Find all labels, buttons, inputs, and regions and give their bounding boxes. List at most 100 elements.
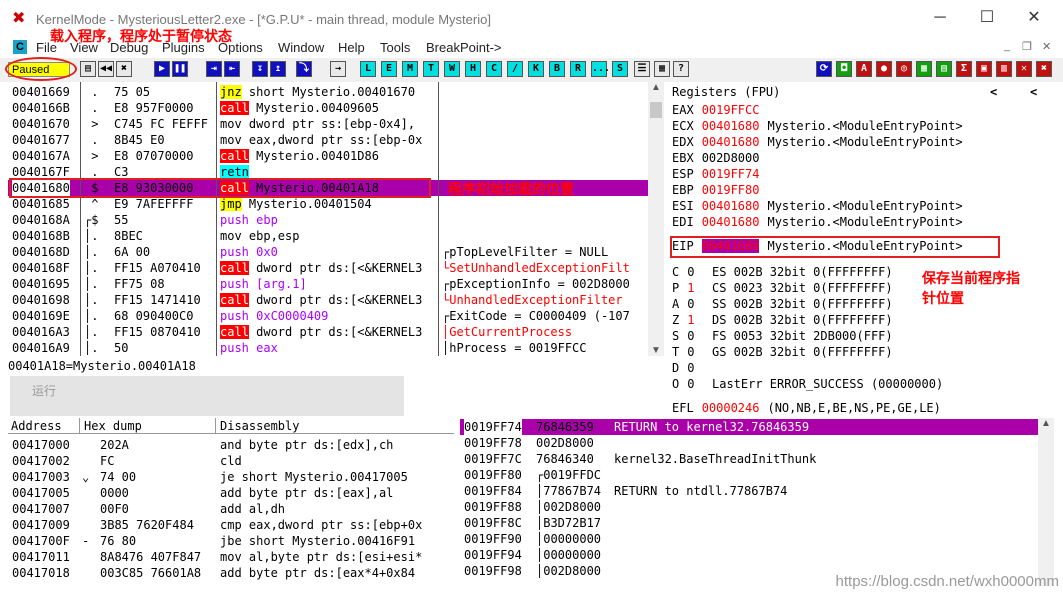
register-value[interactable]: 00000246	[702, 401, 760, 415]
plugin-refresh-icon[interactable]: ⟳	[816, 61, 832, 77]
flag-row[interactable]: Z 1 DS 002B 32bit 0(FFFFFFFF)	[672, 312, 893, 328]
plugin-circle-icon[interactable]: ●	[876, 61, 892, 77]
dump-row[interactable]: 00417018 003C85 76601A8 add byte ptr ds:[…	[8, 565, 454, 581]
plugin-bars-icon[interactable]: ▥	[996, 61, 1012, 77]
window-memory-button[interactable]: M	[402, 61, 418, 77]
open-folder-icon[interactable]: ▤	[80, 61, 96, 77]
flag-value[interactable]: 0	[687, 377, 694, 391]
register-row[interactable]: EDI 00401680 Mysterio.<ModuleEntryPoint>	[672, 214, 963, 230]
register-value[interactable]: 00401680	[702, 215, 760, 229]
plugin-grid-icon[interactable]: ▦	[916, 61, 932, 77]
register-row[interactable]: EAX 0019FFCC	[672, 102, 767, 118]
execute-till-return-button[interactable]: ⤵	[296, 61, 312, 77]
window-handles-button[interactable]: H	[465, 61, 481, 77]
registers-prev-arrow[interactable]: <	[990, 84, 997, 100]
stack-pane[interactable]: 0019FF74 76846359 RETURN to kernel32.76846…	[460, 418, 1038, 586]
register-row[interactable]: EBP 0019FF80	[672, 182, 767, 198]
stack-row[interactable]: 0019FF8C │B3D72B17	[460, 515, 1038, 531]
step-over-button[interactable]: ⇤	[224, 61, 240, 77]
dump-header-disasm[interactable]: Disassembly	[216, 418, 454, 434]
window-breakpoints-button[interactable]: B	[549, 61, 565, 77]
help-button[interactable]: ?	[673, 61, 689, 77]
register-row[interactable]: EDX 00401680 Mysterio.<ModuleEntryPoint>	[672, 134, 963, 150]
flag-row[interactable]: T 0 GS 002B 32bit 0(FFFFFFFF)	[672, 344, 893, 360]
plugin-box-icon[interactable]: ▣	[976, 61, 992, 77]
menu-breakpoint[interactable]: BreakPoint->	[426, 40, 502, 55]
plugin-a-icon[interactable]: A	[856, 61, 872, 77]
menu-tools[interactable]: Tools	[380, 40, 410, 55]
trace-over-button[interactable]: ↥	[270, 61, 286, 77]
plugin-x-icon[interactable]: ✖	[1036, 61, 1052, 77]
plugin-square-icon[interactable]: ◘	[836, 61, 852, 77]
cpu-row[interactable]: 0040168A ┌$ 55 push ebp	[8, 212, 648, 228]
flag-row[interactable]: S 0 FS 0053 32bit 2DB000(FFF)	[672, 328, 893, 344]
register-value[interactable]: 00401680	[702, 199, 760, 213]
stack-row[interactable]: 0019FF84 │77867B74 RETURN to ntdll.77867B7…	[460, 483, 1038, 499]
grid-icon[interactable]: ▦	[654, 61, 670, 77]
menu-window[interactable]: Window	[278, 40, 324, 55]
dump-row[interactable]: 00417009 3B85 7620F484 cmp eax,dword ptr …	[8, 517, 454, 533]
flag-value[interactable]: 0	[687, 297, 694, 311]
window-references-button[interactable]: R	[570, 61, 586, 77]
cpu-row[interactable]: 0040169E │. 68 090400C0 push 0xC0000409 ┌Ex…	[8, 308, 648, 324]
menu-file[interactable]: File	[36, 40, 57, 55]
run-button[interactable]: ▶	[154, 61, 170, 77]
stack-row[interactable]: 0019FF80 ┌0019FFDC	[460, 467, 1038, 483]
go-to-button[interactable]: →	[330, 61, 346, 77]
dump-header-hex[interactable]: Hex dump	[80, 418, 216, 434]
register-value[interactable]: 0019FF80	[702, 183, 760, 197]
stack-scrollbar[interactable]: ▲	[1038, 418, 1054, 586]
flag-value[interactable]: 0	[687, 345, 694, 359]
stack-row[interactable]: 0019FF7C 76846340 kernel32.BaseThreadInitT…	[460, 451, 1038, 467]
pause-button[interactable]: ❚❚	[172, 61, 188, 77]
plugin-sigma-icon[interactable]: Σ	[956, 61, 972, 77]
cpu-row[interactable]: 0040167A > E8 07070000 call Mysterio.0040…	[8, 148, 648, 164]
menu-debug[interactable]: Debug	[110, 40, 148, 55]
register-row[interactable]: ESP 0019FF74	[672, 166, 767, 182]
window-modules-button[interactable]: E	[381, 61, 397, 77]
dump-row[interactable]: 00417007 00F0 add al,dh	[8, 501, 454, 517]
cpu-row[interactable]: 00401698 │. FF15 1471410 call dword ptr ds…	[8, 292, 648, 308]
scroll-thumb[interactable]	[650, 102, 662, 118]
flag-row[interactable]: O 0 LastErr ERROR_SUCCESS (00000000)	[672, 376, 943, 392]
flag-row[interactable]: C 0 ES 002B 32bit 0(FFFFFFFF)	[672, 264, 893, 280]
flag-row[interactable]: D0	[672, 360, 694, 376]
restart-button[interactable]: ◀◀	[98, 61, 114, 77]
register-value[interactable]: 0019FF74	[702, 167, 760, 181]
menu-view[interactable]: View	[70, 40, 98, 55]
window-cpu-button[interactable]: C	[486, 61, 502, 77]
stack-row[interactable]: 0019FF90 │00000000	[460, 531, 1038, 547]
flag-value[interactable]: 1	[687, 313, 694, 327]
cpu-row[interactable]: 0040168B │. 8BEC mov ebp,esp	[8, 228, 648, 244]
cpu-row[interactable]: 004016A3 │. FF15 0870410 call dword ptr ds…	[8, 324, 648, 340]
register-value[interactable]: 0019FFCC	[702, 103, 760, 117]
register-row-efl[interactable]: EFL 00000246 (NO,NB,E,BE,NS,PE,GE,LE)	[672, 400, 941, 416]
cpu-row[interactable]: 00401669 . 75 05 jnz short Mysterio.00401…	[8, 84, 648, 100]
window-source-button[interactable]: S	[612, 61, 628, 77]
plugin-target-icon[interactable]: ◎	[896, 61, 912, 77]
window-windows-button[interactable]: W	[444, 61, 460, 77]
window-patches-button[interactable]: /	[507, 61, 523, 77]
mdi-minimize-button[interactable]: _	[1004, 40, 1010, 52]
menu-options[interactable]: Options	[218, 40, 263, 55]
plugin-crack-icon[interactable]: ✕	[1016, 61, 1032, 77]
cpu-row[interactable]: 0040166B . E8 957F0000 call Mysterio.0040…	[8, 100, 648, 116]
register-value[interactable]: 002D8000	[702, 151, 760, 165]
terminate-button[interactable]: ✖	[116, 61, 132, 77]
cpu-row[interactable]: 004016A9 │. 50 push eax │hProcess = 0019FFC…	[8, 340, 648, 356]
trace-into-button[interactable]: ↧	[252, 61, 268, 77]
dump-row[interactable]: 00417011 8A8476 407F847 mov al,byte ptr d…	[8, 549, 454, 565]
stack-row[interactable]: 0019FF94 │00000000	[460, 547, 1038, 563]
dump-header-address[interactable]: Address	[8, 418, 80, 434]
step-into-button[interactable]: ⇥	[206, 61, 222, 77]
scroll-down-icon[interactable]: ▼	[648, 345, 664, 356]
register-row[interactable]: ESI 00401680 Mysterio.<ModuleEntryPoint>	[672, 198, 963, 214]
register-row[interactable]: EBX 002D8000	[672, 150, 767, 166]
menu-help[interactable]: Help	[338, 40, 365, 55]
cpu-row[interactable]: 00401695 │. FF75 08 push [arg.1] ┌pExceptio…	[8, 276, 648, 292]
cpu-scrollbar[interactable]: ▲ ▼	[648, 82, 664, 356]
dump-row[interactable]: 0041700F -76 80 jbe short Mysterio.00416F9…	[8, 533, 454, 549]
window-callstack-button[interactable]: K	[528, 61, 544, 77]
stack-row[interactable]: 0019FF78 002D8000	[460, 435, 1038, 451]
minimize-button[interactable]: ─	[926, 8, 954, 28]
